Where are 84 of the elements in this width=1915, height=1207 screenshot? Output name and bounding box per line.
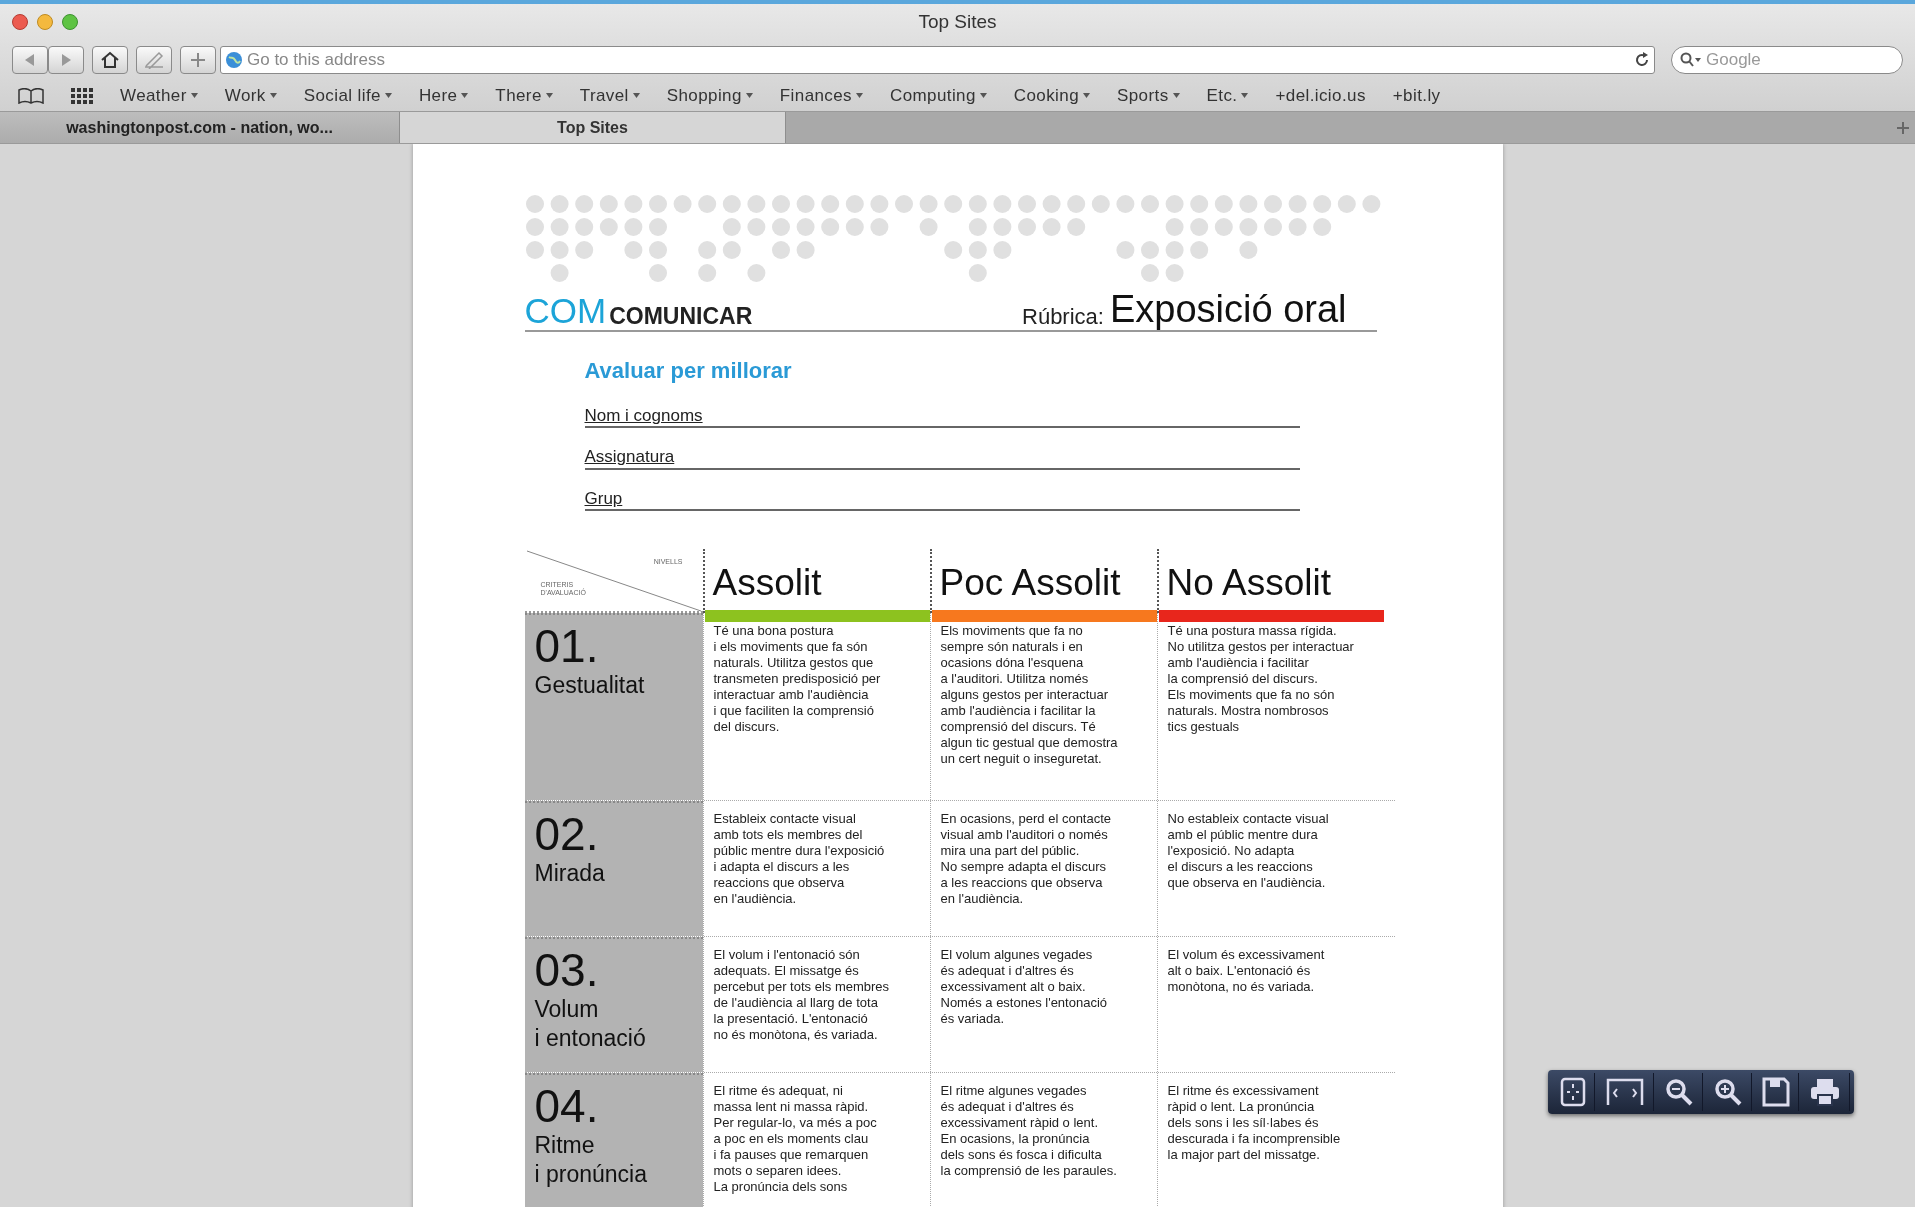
printer-icon <box>1809 1077 1841 1107</box>
caret-icon <box>461 93 469 98</box>
browser-tab[interactable]: Top Sites <box>400 112 786 143</box>
book-icon[interactable] <box>18 87 44 104</box>
rubric-title: Exposició oral <box>1109 290 1347 328</box>
home-icon <box>100 51 120 69</box>
caret-icon <box>979 93 987 98</box>
caret-icon <box>384 93 392 98</box>
fit-width-icon <box>1605 1077 1645 1107</box>
table-cell-text: El volum algunes vegades és adequat i d'altres és excessivament alt o baix. Només a estones l'entonació és variada. <box>940 946 1109 1027</box>
table-cell-text: Els moviments que fa no sempre són naturals i en ocasions dóna l'esquena a l'auditori. Utilitza només alguns gestos per interactuar amb l'audiència i facilitar la comprensió del discurs. Té algun tic gestual que demostra un cert neguit o inseguretat. <box>940 622 1119 767</box>
criterion-name: Volum i entonació <box>534 994 647 1053</box>
bookmark-menu[interactable]: Etc. <box>1206 82 1249 109</box>
table-cell-text: El ritme és adequat, ni massa lent ni massa ràpid. Per regular-lo, va més a poc a poc en els moments clau i fa pauses que remarquen mots o separen idees. La pronúncia dels sons <box>713 1082 878 1195</box>
level-heading: No Assolit <box>1165 560 1332 605</box>
caret-icon <box>1241 93 1249 98</box>
caret-icon <box>1172 93 1180 98</box>
caret-icon <box>632 93 640 98</box>
caret-icon <box>1083 93 1090 98</box>
criterion-number: 02. <box>534 808 600 859</box>
back-button[interactable] <box>12 46 48 74</box>
bookmark-menu[interactable]: Cooking <box>1013 82 1090 109</box>
criterion-number: 04. <box>534 1080 600 1131</box>
table-cell-text: El ritme és excessivament ràpid o lent. La pronúncia dels sons i les síl·labes és descurada i fa incomprensible la major part del missatge. <box>1167 1082 1342 1163</box>
fit-page-icon <box>1560 1077 1586 1107</box>
bookmark-menu[interactable]: Social life <box>303 82 392 109</box>
table-cell-text: Estableix contacte visual amb tots els membres del públic mentre dura l'exposició i adapta el discurs a les reaccions que observa en l'audiència. <box>713 810 886 907</box>
bookmark-menu[interactable]: Computing <box>890 82 987 109</box>
table-cell-text: Té una postura massa rígida. No utilitza gestos per interactuar amb l'audiència i facilitar la comprensió del discurs. Els moviments que fa no són naturals. Mostra nombrosos tics gestuals <box>1167 622 1355 735</box>
back-arrow-icon <box>25 54 35 66</box>
criterion-name: Mirada <box>534 858 606 888</box>
table-cell-text: El volum i l'entonació són adequats. El missatge és percebut per tots els membres de l'audiència al llarg de tota la presentació. L'entonació no és monòtona, és variada. <box>713 946 891 1043</box>
zoom-out-icon <box>1664 1077 1694 1107</box>
fill-in-line[interactable]: Nom i cognoms <box>584 405 1300 429</box>
table-cell-text: No estableix contacte visual amb el públic mentre dura l'exposició. No adapta el discurs a les reaccions que observa en l'audiència. <box>1167 810 1330 891</box>
edit-button[interactable] <box>136 46 172 74</box>
table-cell-text: El volum és excessivament alt o baix. L'entonació és monòtona, no és variada. <box>1167 946 1326 995</box>
fill-in-line[interactable]: Grup <box>584 487 1300 511</box>
table-cell-text: En ocasions, perd el contacte visual amb l'auditori o només mira una part del públic. No sempre adapta el discurs a les reaccions que observa en l'audiència. <box>940 810 1113 907</box>
search-field[interactable]: Google <box>1706 47 1894 73</box>
criterion-number: 01. <box>534 620 600 671</box>
browser-tab[interactable]: washingtonpost.com - nation, wo... <box>0 112 400 143</box>
bookmark-menu[interactable]: Shopping <box>666 82 753 109</box>
level-heading: Assolit <box>711 560 823 605</box>
rubric-label: Rúbrica: <box>1022 306 1104 328</box>
forward-arrow-icon <box>61 54 71 66</box>
criterion-name: Ritme i pronúncia <box>534 1130 649 1189</box>
criterion-number: 03. <box>534 944 600 995</box>
bookmark-menu[interactable]: Here <box>418 82 469 109</box>
zoom-window-button[interactable] <box>62 14 78 30</box>
pencil-icon <box>143 51 165 69</box>
bookmark-menu[interactable]: Travel <box>579 82 640 109</box>
caret-icon <box>545 93 553 98</box>
close-window-button[interactable] <box>12 14 28 30</box>
search-icon <box>1680 52 1702 68</box>
table-cell-text: Té una bona postura i els moviments que fa són naturals. Utilitza gestos que transmeten predisposició per interactuar amb l'audiència i que faciliten la comprensió del discurs. <box>713 622 882 735</box>
logo-text: COMUNICAR <box>609 305 753 328</box>
table-cell-text: El ritme algunes vegades és adequat i d'altres és excessivament ràpid o lent. En ocasions, la pronúncia dels sons és fosca i dificulta la comprensió de les paraules. <box>940 1082 1118 1179</box>
bookmark-menu[interactable]: Work <box>224 82 277 109</box>
reload-icon[interactable] <box>1634 52 1650 68</box>
level-heading: Poc Assolit <box>938 560 1122 605</box>
section-subtitle: Avaluar per millorar <box>584 357 793 385</box>
bookmark-menu[interactable]: Weather <box>120 82 198 109</box>
grid-icon[interactable] <box>71 87 93 104</box>
bookmark-link[interactable]: +del.icio.us <box>1275 82 1366 109</box>
window-title: Top Sites <box>918 9 997 34</box>
bookmark-menu[interactable]: There <box>495 82 553 109</box>
bookmark-menu[interactable]: Finances <box>779 82 863 109</box>
globe-icon <box>225 51 243 69</box>
caret-icon <box>190 93 198 98</box>
add-bookmark-button[interactable] <box>180 46 216 74</box>
logo-accent: COM <box>524 293 607 328</box>
caret-icon <box>745 93 753 98</box>
search-bar[interactable]: Google <box>1671 46 1903 74</box>
home-button[interactable] <box>92 46 128 74</box>
zoom-in-icon <box>1713 1077 1743 1107</box>
caret-icon <box>856 93 863 98</box>
forward-button[interactable] <box>48 46 84 74</box>
plus-icon <box>191 53 205 67</box>
bookmark-link[interactable]: +bit.ly <box>1392 82 1441 109</box>
caret-icon <box>269 93 277 98</box>
criterion-name: Gestualitat <box>534 670 646 700</box>
fill-in-line[interactable]: Assignatura <box>584 446 1300 470</box>
bookmark-menu[interactable]: Sports <box>1117 82 1180 109</box>
